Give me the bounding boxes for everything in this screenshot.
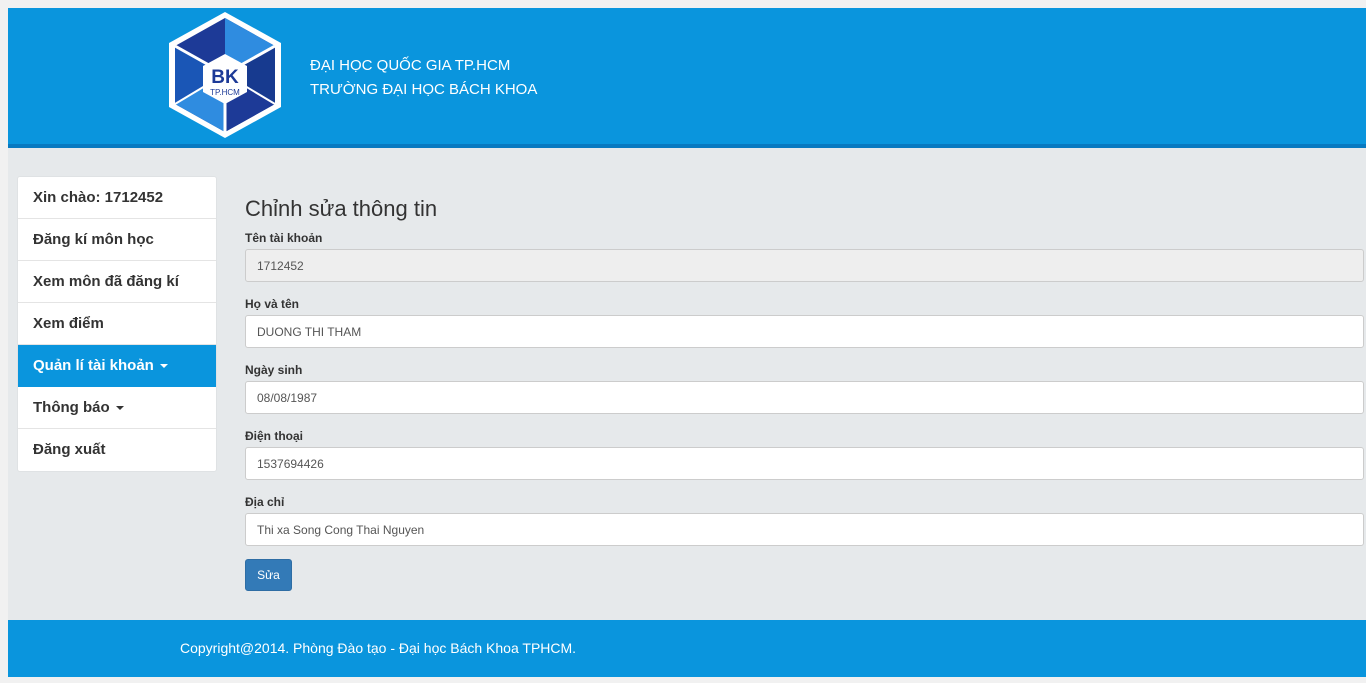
username-field[interactable] xyxy=(245,249,1364,282)
header-line-1: ĐẠI HỌC QUỐC GIA TP.HCM xyxy=(310,57,511,74)
sidebar-item-label: Xem môn đã đăng kí xyxy=(33,273,179,290)
page: BK TP.HCM ĐẠI HỌC QUỐC GIA TP.HCM TRƯỜNG… xyxy=(8,8,1366,677)
footer-copyright: Copyright@2014. Phòng Đào tạo - Đại học … xyxy=(180,640,577,656)
address-label: Địa chỉ xyxy=(245,495,285,509)
university-logo: BK TP.HCM xyxy=(169,12,281,138)
username-label: Tên tài khoản xyxy=(245,231,323,245)
site-footer: Copyright@2014. Phòng Đào tạo - Đại học … xyxy=(8,620,1366,677)
birthday-field[interactable] xyxy=(245,381,1364,414)
sidebar-item-label: Đăng xuất xyxy=(33,441,106,458)
sidebar-item-account-management[interactable]: Quản lí tài khoản xyxy=(18,345,216,387)
page-title: Chỉnh sửa thông tin xyxy=(245,196,438,221)
sidebar-item-label: Quản lí tài khoản xyxy=(33,357,154,374)
site-header: BK TP.HCM ĐẠI HỌC QUỐC GIA TP.HCM TRƯỜNG… xyxy=(8,8,1366,148)
caret-down-icon xyxy=(159,364,168,369)
sidebar-item-label: Xin chào: 1712452 xyxy=(33,189,164,206)
logo-text: BK xyxy=(211,67,239,88)
phone-label: Điện thoại xyxy=(245,429,304,443)
sidebar-item-register-courses[interactable]: Đăng kí môn học xyxy=(18,219,216,261)
caret-down-icon xyxy=(115,406,124,411)
edit-profile-form: Chỉnh sửa thông tin Tên tài khoản Họ và … xyxy=(245,194,1365,591)
sidebar-item-label: Thông báo xyxy=(33,399,110,416)
logo-subtext: TP.HCM xyxy=(210,88,240,97)
sidebar-item-notifications[interactable]: Thông báo xyxy=(18,387,216,429)
sidebar-item-registered-courses[interactable]: Xem môn đã đăng kí xyxy=(18,261,216,303)
sidebar-item-greeting[interactable]: Xin chào: 1712452 xyxy=(18,177,216,219)
phone-field[interactable] xyxy=(245,447,1364,480)
birthday-label: Ngày sinh xyxy=(245,363,303,377)
fullname-label: Họ và tên xyxy=(245,297,300,311)
fullname-field[interactable] xyxy=(245,315,1364,348)
sidebar-item-label: Xem điểm xyxy=(33,315,104,332)
sidebar-item-logout[interactable]: Đăng xuất xyxy=(18,429,216,471)
header-title: ĐẠI HỌC QUỐC GIA TP.HCM TRƯỜNG ĐẠI HỌC B… xyxy=(310,54,537,102)
sidebar-item-label: Đăng kí môn học xyxy=(33,231,154,248)
address-field[interactable] xyxy=(245,513,1364,546)
edit-button[interactable]: Sửa xyxy=(245,559,292,591)
header-line-2: TRƯỜNG ĐẠI HỌC BÁCH KHOA xyxy=(310,81,538,98)
sidebar-nav: Xin chào: 1712452 Đăng kí môn học Xem mô… xyxy=(17,176,217,472)
sidebar-item-grades[interactable]: Xem điểm xyxy=(18,303,216,345)
